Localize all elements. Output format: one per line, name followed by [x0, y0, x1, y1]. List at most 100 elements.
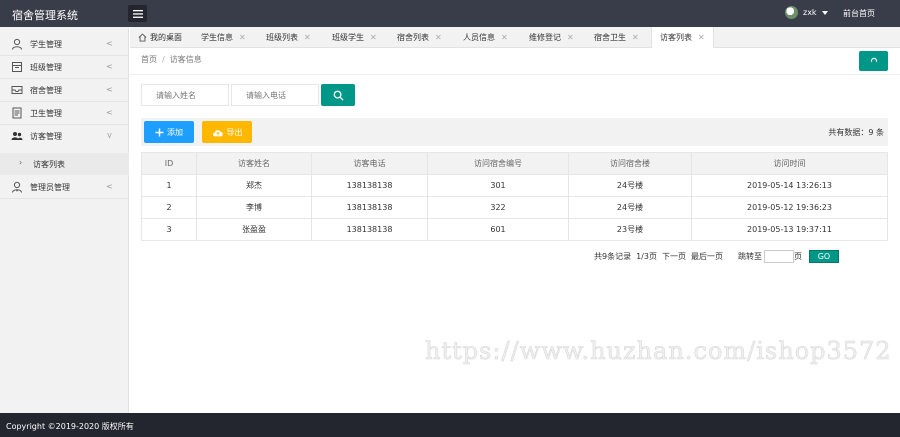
sidebar-item-hygiene[interactable]: 卫生管理 <: [0, 102, 129, 125]
refresh-icon: [870, 57, 877, 62]
tab-repair[interactable]: 维修登记 ✕: [529, 27, 574, 48]
tab-visitor-list[interactable]: 访客列表 ✕: [651, 27, 714, 48]
user-icon: [12, 38, 22, 50]
breadcrumb-current: 访客信息: [169, 55, 202, 64]
tab-label: 访客列表: [660, 33, 692, 42]
cell-phone: 138138138: [311, 196, 428, 219]
page-info: 1/3页: [636, 252, 657, 261]
admin-icon: [12, 181, 22, 193]
copyright: Copyright ©2019-2020 版权所有: [6, 422, 134, 431]
tab-student-info[interactable]: 学生信息 ✕: [201, 27, 246, 48]
tab-desktop[interactable]: 我的桌面: [138, 27, 182, 48]
close-icon[interactable]: ✕: [698, 33, 705, 42]
jump-suffix: 页: [793, 252, 802, 261]
add-button-label: 添加: [167, 127, 183, 137]
cloud-upload-icon: [212, 129, 223, 136]
column-header: 访问宿舍楼: [568, 152, 692, 175]
tab-label: 宿舍列表: [397, 33, 429, 42]
tab-bar: 我的桌面 学生信息 ✕ 班级列表 ✕ 班级学生 ✕ 宿舍列表 ✕ 人员信息 ✕ 维修登记 ✕…: [130, 27, 900, 48]
close-icon[interactable]: ✕: [304, 33, 311, 42]
chevron-left-icon: <: [106, 85, 113, 94]
column-header: 访客电话: [311, 152, 428, 175]
tab-label: 人员信息: [463, 33, 495, 42]
close-icon[interactable]: ✕: [632, 33, 639, 42]
chevron-left-icon: <: [106, 62, 113, 71]
cell-name: 郑杰: [196, 174, 312, 197]
cell-dorm-number: 301: [427, 174, 569, 197]
jump-page-input[interactable]: [763, 250, 794, 263]
tab-hygiene[interactable]: 宿舍卫生 ✕: [594, 27, 639, 48]
phone-search-input[interactable]: [231, 84, 319, 106]
sidebar: 学生管理 < 班级管理 < 宿舍管理 < 卫生管理 < 访客管理 < › 访客列…: [0, 27, 129, 413]
column-header: 访问时间: [691, 152, 888, 175]
app-title: 宿舍管理系统: [12, 9, 78, 22]
home-icon: [138, 33, 147, 42]
sidebar-item-admins[interactable]: 管理员管理 <: [0, 176, 129, 199]
tab-label: 宿舍卫生: [594, 33, 626, 42]
cell-building: 23号楼: [568, 218, 692, 241]
sidebar-item-label: 班级管理: [30, 63, 62, 72]
sidebar-subitem-visitor-list[interactable]: › 访客列表: [0, 153, 129, 175]
cell-dorm-number: 601: [427, 218, 569, 241]
go-button[interactable]: GO: [808, 250, 839, 263]
plus-icon: [155, 127, 164, 137]
table-row[interactable]: 1 郑杰 138138138 301 24号楼 2019-05-14 13:26…: [141, 174, 888, 197]
chevron-down-icon: <: [104, 132, 114, 139]
divider: [130, 74, 900, 75]
hamburger-icon: [132, 9, 143, 18]
tab-class-list[interactable]: 班级列表 ✕: [266, 27, 311, 48]
breadcrumb-home[interactable]: 首页: [141, 55, 157, 64]
close-icon[interactable]: ✕: [239, 33, 246, 42]
export-button[interactable]: 导出: [202, 121, 252, 143]
search-button[interactable]: [321, 84, 355, 106]
chevron-down-icon: [821, 10, 828, 15]
sidebar-item-classes[interactable]: 班级管理 <: [0, 56, 129, 79]
tab-personnel[interactable]: 人员信息 ✕: [463, 27, 508, 48]
sidebar-item-label: 宿舍管理: [30, 86, 62, 95]
front-page-link[interactable]: 前台首页: [843, 8, 875, 19]
name-search-input[interactable]: [141, 84, 229, 106]
breadcrumb-separator: /: [162, 55, 165, 64]
calendar-icon: [12, 62, 22, 72]
tab-label: 学生信息: [201, 33, 233, 42]
cell-dorm-number: 322: [427, 196, 569, 219]
cell-visit-time: 2019-05-12 19:36:23: [691, 196, 888, 219]
breadcrumb: 首页 / 访客信息: [141, 54, 202, 65]
tab-label: 班级学生: [332, 33, 364, 42]
add-button[interactable]: 添加: [144, 121, 194, 143]
avatar: [785, 6, 798, 19]
sidebar-item-dorms[interactable]: 宿舍管理 <: [0, 79, 129, 102]
cell-phone: 138138138: [311, 174, 428, 197]
table-toolbar: 添加 导出 共有数据：9 条: [141, 118, 888, 146]
visitor-table: ID 访客姓名 访客电话 访问宿舍编号 访问宿舍楼 访问时间 1 郑杰 1381…: [141, 152, 888, 241]
sidebar-item-visitors[interactable]: 访客管理 <: [0, 125, 129, 148]
table-row[interactable]: 2 李博 138138138 322 24号楼 2019-05-12 19:36…: [141, 196, 888, 219]
total-count: 共有数据：9 条: [828, 128, 884, 137]
table-row[interactable]: 3 张盈盈 138138138 601 23号楼 2019-05-13 19:3…: [141, 218, 888, 241]
chevron-left-icon: <: [106, 39, 113, 48]
close-icon[interactable]: ✕: [370, 33, 377, 42]
menu-toggle-button[interactable]: [128, 5, 147, 22]
tab-class-students[interactable]: 班级学生 ✕: [332, 27, 377, 48]
column-header: 访问宿舍编号: [427, 152, 569, 175]
chevron-left-icon: <: [106, 108, 113, 117]
sidebar-subitem-label: 访客列表: [33, 160, 65, 169]
cell-visit-time: 2019-05-14 13:26:13: [691, 174, 888, 197]
sidebar-item-label: 访客管理: [30, 132, 62, 141]
user-menu[interactable]: zxk: [785, 6, 828, 19]
close-icon[interactable]: ✕: [567, 33, 574, 42]
next-page-link[interactable]: 下一页: [662, 251, 686, 262]
close-icon[interactable]: ✕: [501, 33, 508, 42]
sidebar-item-label: 卫生管理: [30, 109, 62, 118]
tab-dorm-list[interactable]: 宿舍列表 ✕: [397, 27, 442, 48]
refresh-button[interactable]: [859, 51, 888, 71]
close-icon[interactable]: ✕: [435, 33, 442, 42]
search-icon: [333, 90, 344, 101]
column-header: 访客姓名: [196, 152, 312, 175]
cell-id: 3: [141, 218, 197, 241]
sidebar-item-label: 管理员管理: [30, 183, 70, 192]
last-page-link[interactable]: 最后一页: [691, 251, 723, 262]
top-header: 宿舍管理系统 zxk 前台首页: [0, 0, 900, 27]
cell-phone: 138138138: [311, 218, 428, 241]
sidebar-item-students[interactable]: 学生管理 <: [0, 33, 129, 56]
